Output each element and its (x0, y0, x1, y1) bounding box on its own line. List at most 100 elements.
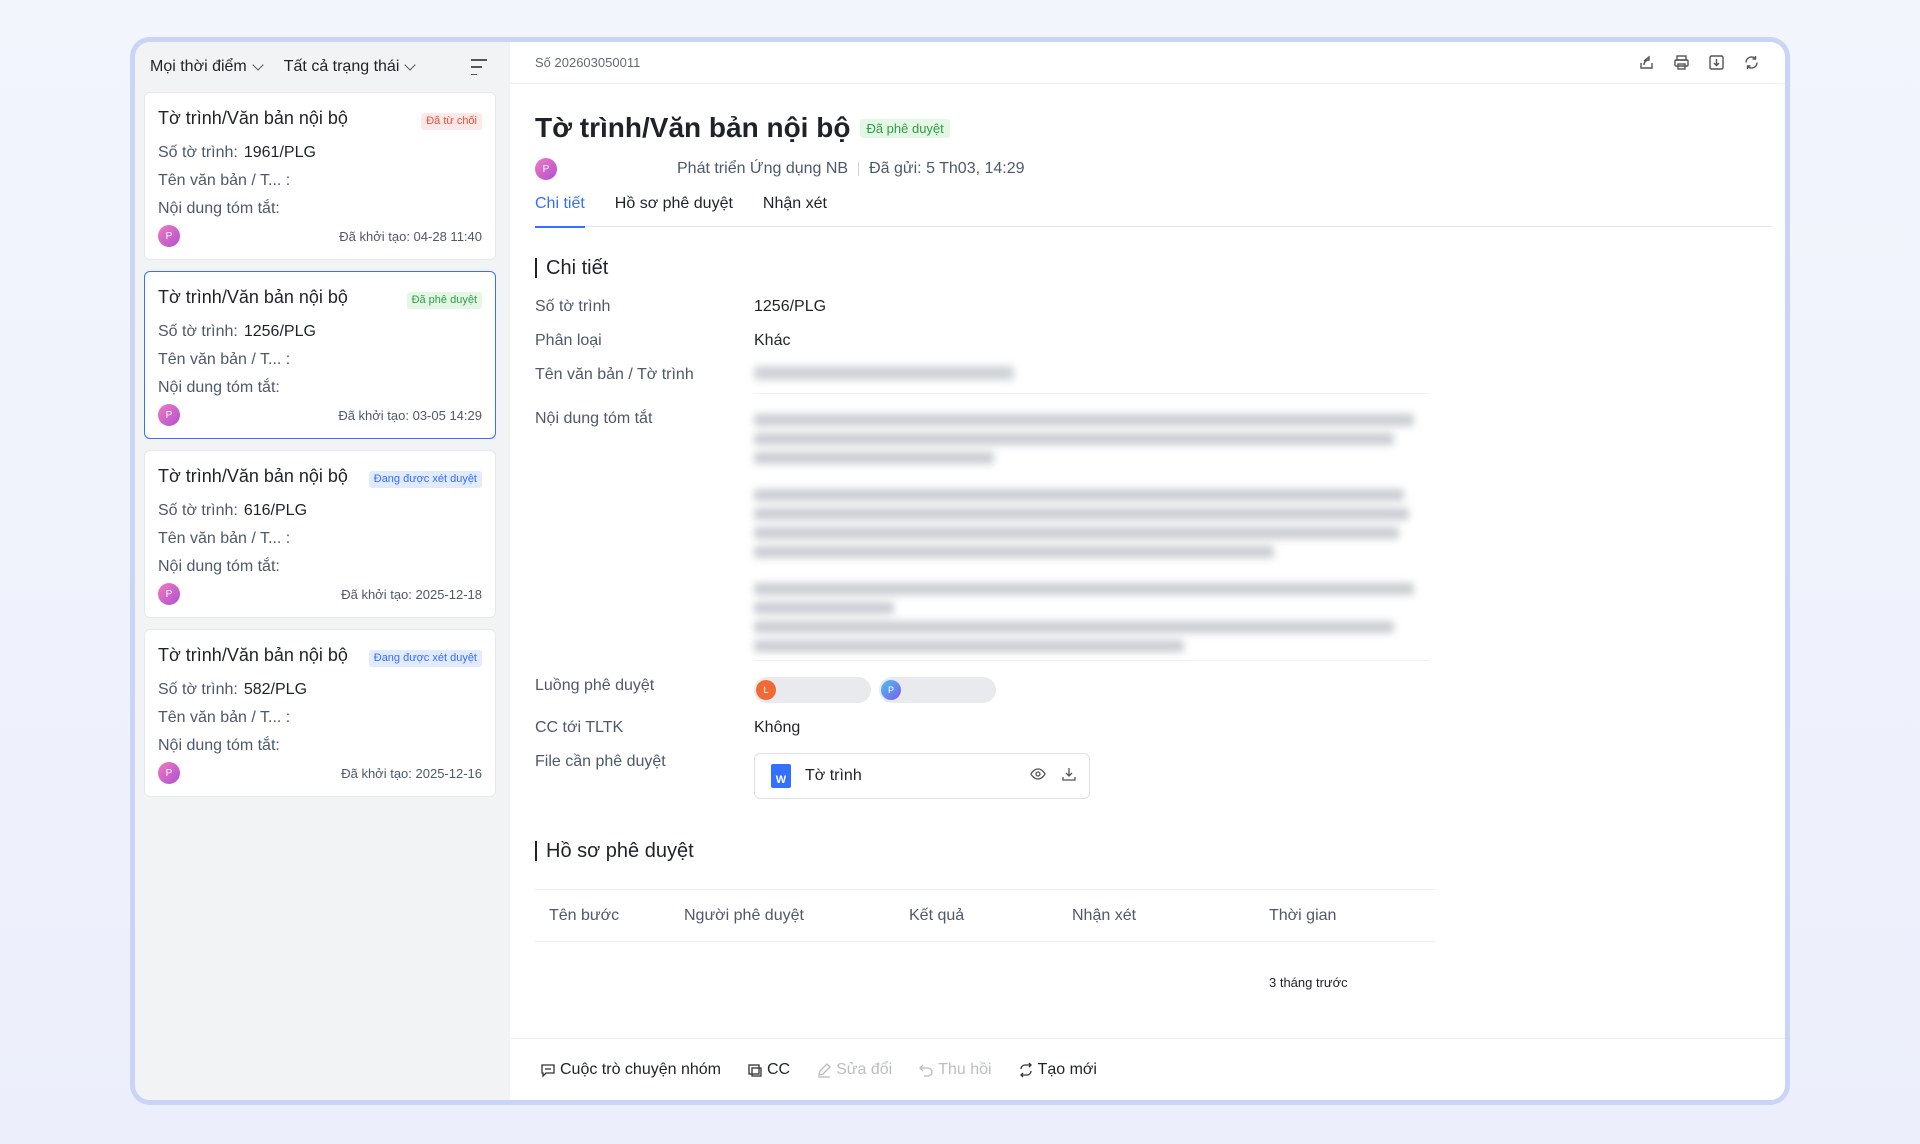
recall-button[interactable]: Thu hồi (918, 1061, 992, 1079)
list-item[interactable]: Tờ trình/Văn bản nội bộ Đã phê duyệt Số … (144, 271, 496, 439)
file-name: Tờ trình (805, 767, 862, 784)
list-item[interactable]: Tờ trình/Văn bản nội bộ Đang được xét du… (144, 629, 496, 797)
approver-chip[interactable]: P (879, 677, 996, 703)
avatar: P (535, 158, 557, 180)
app-window: Mọi thời điểm Tất cả trạng thái Tờ trình… (130, 37, 1790, 1105)
time-filter[interactable]: Mọi thời điểm (150, 58, 264, 76)
field-value: Khác (754, 332, 791, 349)
field-approval-flow: Luồng phê duyệt LP (535, 677, 1785, 703)
group-chat-label: Cuộc trò chuyện nhóm (560, 1060, 721, 1078)
tab-approval-history[interactable]: Hồ sơ phê duyệt (615, 193, 733, 227)
print-icon[interactable] (1672, 54, 1690, 72)
download-icon[interactable] (1061, 766, 1077, 787)
card-number-row: Số tờ trình: 582/PLG (158, 676, 482, 704)
card-name-row: Tên văn bản / T... : (158, 530, 291, 547)
field-label: Số tờ trình (535, 298, 611, 315)
number-label: Số tờ trình: (158, 323, 238, 340)
card-name-row: Tên văn bản / T... : (158, 709, 291, 726)
cc-button[interactable]: CC (747, 1061, 790, 1079)
status-badge: Đang được xét duyệt (368, 650, 482, 667)
sort-icon[interactable] (471, 59, 489, 75)
list-item[interactable]: Tờ trình/Văn bản nội bộ Đang được xét du… (144, 450, 496, 618)
avatar: P (881, 680, 901, 700)
refresh-icon[interactable] (1742, 54, 1760, 72)
repeat-icon (1019, 1062, 1032, 1077)
approval-list-panel: Mọi thời điểm Tất cả trạng thái Tờ trình… (135, 42, 505, 1100)
doc-number: Số 202603050011 (535, 55, 641, 70)
created-time: Đã khởi tạo: 04-28 11:40 (339, 228, 482, 244)
create-new-button[interactable]: Tạo mới (1018, 1061, 1097, 1079)
chevron-down-icon (252, 59, 264, 71)
field-category: Phân loại Khác (535, 332, 1785, 350)
number-value: 1256/PLG (243, 323, 316, 340)
list-item[interactable]: Tờ trình/Văn bản nội bộ Đã từ chối Số tờ… (144, 92, 496, 260)
card-summary-row: Nội dung tóm tắt: (158, 374, 482, 402)
summary-label: Nội dung tóm tắt: (158, 737, 280, 754)
number-value: 1961/PLG (243, 144, 316, 161)
status-badge: Đã từ chối (421, 113, 482, 130)
preview-icon[interactable] (1030, 766, 1046, 787)
name-label: Tên văn bản / T... (158, 351, 282, 368)
avatar: P (158, 583, 180, 605)
card-number-row: Số tờ trình: 616/PLG (158, 497, 482, 525)
column-header: Tên bước (535, 889, 670, 942)
card-summary-row: Nội dung tóm tắt: (158, 553, 482, 581)
detail-tabs: Chi tiết Hồ sơ phê duyệt Nhận xét (535, 193, 1771, 228)
download-icon[interactable] (1707, 54, 1725, 72)
avatar: P (158, 225, 180, 247)
summary-label: Nội dung tóm tắt: (158, 200, 280, 217)
cc-icon (748, 1063, 762, 1077)
summary-label: Nội dung tóm tắt: (158, 379, 280, 396)
blurred-value (754, 366, 1429, 394)
section-history-heading: Hồ sơ phê duyệt (535, 841, 1785, 861)
number-label: Số tờ trình: (158, 144, 238, 161)
chevron-down-icon (404, 59, 417, 71)
filter-bar: Mọi thời điểm Tất cả trạng thái (135, 42, 505, 92)
card-number-row: Số tờ trình: 1256/PLG (158, 318, 482, 346)
file-attachment[interactable]: W Tờ trình (754, 753, 1090, 799)
status-badge: Đang được xét duyệt (368, 471, 482, 488)
time-filter-label: Mọi thời điểm (150, 58, 247, 75)
field-summary: Nội dung tóm tắt (535, 410, 1785, 661)
status-filter-label: Tất cả trạng thái (283, 58, 400, 75)
approval-flow: LP (754, 677, 1429, 703)
chat-icon (541, 1063, 555, 1078)
column-header: Người phê duyệt (670, 889, 895, 942)
number-label: Số tờ trình: (158, 681, 238, 698)
column-header: Nhận xét (1058, 889, 1255, 942)
history-time: 3 tháng trước (1269, 974, 1348, 990)
field-label: Phân loại (535, 332, 602, 349)
edit-label: Sửa đổi (836, 1060, 893, 1078)
detail-panel: Số 202603050011 Tờ trình/Văn bản nội bộ (510, 42, 1785, 1100)
group-chat-button[interactable]: Cuộc trò chuyện nhóm (540, 1061, 721, 1079)
field-doc-name: Tên văn bản / Tờ trình (535, 366, 1785, 394)
tab-comments[interactable]: Nhận xét (763, 193, 827, 227)
field-number: Số tờ trình 1256/PLG (535, 298, 1785, 316)
name-label: Tên văn bản / T... (158, 709, 282, 726)
status-badge: Đã phê duyệt (406, 292, 482, 309)
undo-icon (919, 1064, 933, 1077)
field-file: File cần phê duyệt W Tờ trình (535, 753, 1785, 799)
table-row: 3 tháng trước (535, 942, 1435, 990)
edit-button[interactable]: Sửa đổi (816, 1061, 892, 1079)
action-bar: Cuộc trò chuyện nhóm CC Sửa đổi Thu hồi … (510, 1038, 1785, 1100)
status-filter[interactable]: Tất cả trạng thái (283, 58, 417, 76)
created-time: Đã khởi tạo: 03-05 14:29 (338, 407, 482, 423)
share-icon[interactable] (1637, 54, 1655, 72)
avatar: P (158, 762, 180, 784)
field-label: Nội dung tóm tắt (535, 410, 653, 427)
department: Phát triển Ứng dụng NB (677, 160, 849, 177)
section-details-heading: Chi tiết (535, 258, 1785, 278)
number-label: Số tờ trình: (158, 502, 238, 519)
card-name-row: Tên văn bản / T... : (158, 351, 291, 368)
card-summary-row: Nội dung tóm tắt: (158, 195, 482, 223)
column-header: Thời gian (1255, 889, 1435, 942)
field-label: File cần phê duyệt (535, 753, 666, 770)
detail-content: Tờ trình/Văn bản nội bộ Đã phê duyệt P P… (535, 84, 1785, 1038)
approver-chip[interactable]: L (754, 677, 871, 703)
avatar: L (756, 680, 776, 700)
cc-label: CC (766, 1060, 791, 1078)
tab-details[interactable]: Chi tiết (535, 193, 585, 228)
card-summary-row: Nội dung tóm tắt: (158, 732, 482, 760)
status-badge: Đã phê duyệt (860, 118, 950, 138)
